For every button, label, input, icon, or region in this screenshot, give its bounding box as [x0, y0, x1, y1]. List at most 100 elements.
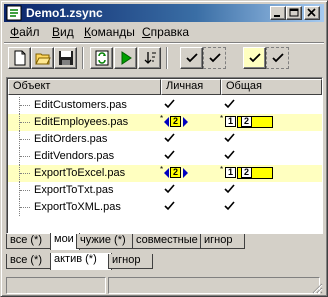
version-box: 2 — [170, 167, 181, 178]
check-icon — [209, 53, 221, 63]
check-icon — [164, 99, 175, 109]
tree-connector — [19, 148, 31, 165]
menu-file[interactable]: Файл — [10, 25, 40, 39]
tab[interactable]: совместные — [132, 234, 204, 249]
check-icon — [164, 184, 175, 194]
check-icon — [164, 201, 175, 211]
window-title: Demo1.zsync — [26, 6, 103, 20]
version-box: 2 — [241, 167, 252, 178]
list-item[interactable]: ExportToTxt.pas — [8, 182, 322, 199]
run-button[interactable] — [114, 47, 137, 69]
marker-star: * — [220, 114, 224, 123]
tree-connector — [19, 165, 31, 182]
menu-commands[interactable]: Команды — [84, 25, 135, 39]
check-icon — [224, 184, 235, 194]
list-item[interactable]: ExportToExcel.pas * 2 * 1 2 — [8, 165, 322, 182]
list-item[interactable]: EditCustomers.pas — [8, 97, 322, 114]
menu-help[interactable]: Справка — [142, 25, 189, 39]
sort-button[interactable] — [138, 47, 161, 69]
list-item[interactable]: EditVendors.pas — [8, 148, 322, 165]
check-icon — [224, 201, 235, 211]
check-icon — [224, 133, 235, 143]
file-list[interactable]: Объект Личная Общая EditCustomers.pas Edi… — [6, 77, 323, 234]
file-name: EditOrders.pas — [34, 133, 108, 145]
save-icon — [59, 51, 73, 65]
filter-shared-alt-button[interactable] — [266, 47, 289, 69]
version-box: 2 — [241, 116, 252, 127]
check-icon — [224, 150, 235, 160]
app-window: Demo1.zsync Файл Вид Команды Справка Объ… — [0, 0, 328, 297]
run-icon — [121, 51, 132, 65]
arrow-right-icon — [183, 117, 188, 127]
status-pane — [6, 277, 106, 294]
new-file-button[interactable] — [8, 47, 31, 69]
save-button[interactable] — [54, 47, 77, 69]
version-marker[interactable]: * 2 — [160, 114, 190, 128]
app-icon — [6, 5, 22, 21]
status-pane — [108, 277, 320, 294]
toolbar-separator — [82, 47, 84, 69]
open-folder-icon — [35, 53, 51, 65]
tab[interactable]: игнор — [200, 234, 245, 249]
column-header-shared[interactable]: Общая — [221, 79, 322, 95]
version-marker[interactable]: * 1 2 — [220, 114, 280, 128]
list-item[interactable]: EditEmployees.pas * 2 * 1 2 — [8, 114, 322, 131]
file-name: EditVendors.pas — [34, 150, 115, 162]
column-header-object[interactable]: Объект — [8, 79, 161, 95]
resize-grip-icon[interactable] — [311, 282, 323, 294]
marker-star: * — [160, 165, 164, 174]
file-name: EditCustomers.pas — [34, 99, 127, 111]
status-bar — [4, 277, 324, 295]
menu-view[interactable]: Вид — [52, 25, 74, 39]
filter-personal-button[interactable] — [180, 47, 203, 69]
arrow-left-icon — [164, 117, 169, 127]
column-header-personal[interactable]: Личная — [161, 79, 221, 95]
tree-connector — [19, 182, 31, 199]
tab[interactable]: игнор — [108, 254, 153, 269]
close-button[interactable] — [304, 6, 320, 20]
version-box: 1 — [225, 116, 236, 127]
arrow-left-icon — [164, 168, 169, 178]
tab[interactable]: актив (*) — [50, 253, 112, 270]
sync-button[interactable] — [90, 47, 113, 69]
marker-star: * — [220, 165, 224, 174]
version-marker[interactable]: * 1 2 — [220, 165, 280, 179]
file-name: ExportToXML.pas — [34, 201, 121, 213]
menu-bar: Файл Вид Команды Справка — [4, 23, 324, 41]
check-icon — [249, 53, 261, 63]
check-icon — [186, 53, 198, 63]
filter-shared-button[interactable] — [243, 47, 266, 69]
open-button[interactable] — [31, 47, 54, 69]
sync-icon — [95, 50, 109, 66]
tree-connector — [19, 131, 31, 148]
title-bar[interactable]: Demo1.zsync — [4, 4, 324, 22]
tab[interactable]: чужие (*) — [76, 234, 136, 249]
check-icon — [272, 53, 284, 63]
version-marker[interactable]: * 2 — [160, 165, 190, 179]
maximize-button[interactable] — [286, 6, 302, 20]
version-box: 2 — [170, 116, 181, 127]
file-name: ExportToTxt.pas — [34, 184, 114, 196]
arrow-right-icon — [183, 168, 188, 178]
state-tabs: все (*) актив (*) игнор — [6, 253, 323, 270]
tree-connector — [19, 199, 31, 216]
sort-icon — [144, 52, 156, 64]
version-box: 1 — [225, 167, 236, 178]
tree-connector — [19, 114, 31, 131]
file-name: EditEmployees.pas — [34, 116, 129, 128]
check-icon — [164, 133, 175, 143]
check-icon — [224, 99, 235, 109]
marker-star: * — [160, 114, 164, 123]
view-tabs: все (*) мои чужие (*) совместные игнор — [6, 233, 323, 250]
toolbar — [4, 42, 324, 72]
list-item[interactable]: ExportToXML.pas — [8, 199, 322, 216]
toolbar-separator — [166, 47, 168, 69]
list-item[interactable]: EditOrders.pas — [8, 131, 322, 148]
minimize-button[interactable] — [270, 6, 286, 20]
tab[interactable]: все (*) — [6, 254, 54, 269]
check-icon — [164, 150, 175, 160]
tree-connector — [19, 97, 31, 114]
tab[interactable]: все (*) — [6, 234, 54, 249]
new-file-icon — [14, 50, 26, 66]
filter-personal-alt-button[interactable] — [203, 47, 226, 69]
